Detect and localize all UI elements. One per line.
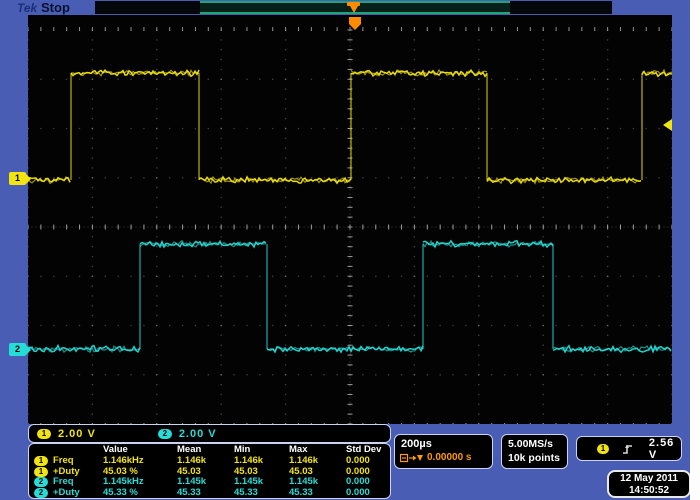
- horizontal-position: 0.00000 s: [400, 452, 492, 463]
- meas-max: 45.03: [289, 467, 346, 478]
- waveform-display: [28, 15, 672, 424]
- sample-rate: 5.00MS/s: [508, 438, 567, 450]
- meas-mean: 1.145k: [177, 477, 234, 488]
- date-value: 12 May 2011: [609, 473, 689, 485]
- col-stddev: Std Dev: [346, 445, 388, 456]
- meas-name: Freq: [53, 477, 103, 488]
- meas-stddev: 0.000: [346, 477, 388, 488]
- ch1-badge: 1: [37, 429, 51, 439]
- time-value: 14:50:52: [609, 485, 689, 497]
- meas-min: 45.33: [234, 488, 289, 499]
- ch1-scale-value: 2.00 V: [58, 428, 96, 440]
- meas-value: 45.03 %: [103, 467, 177, 478]
- meas-name: +Duty: [53, 488, 103, 499]
- trigger-source-badge: 1: [597, 444, 609, 454]
- table-row: 2 Freq 1.145kHz 1.145k 1.145k 1.145k 0.0…: [29, 477, 390, 488]
- rising-edge-icon: [621, 442, 635, 456]
- trigger-position-t-icon: [347, 1, 360, 14]
- ch2-scale-value: 2.00 V: [179, 428, 217, 440]
- meas-max: 45.33: [289, 488, 346, 499]
- ch2-badge: 2: [34, 488, 48, 498]
- ch2-ground-marker: 2: [9, 343, 26, 356]
- meas-mean: 45.33: [177, 488, 234, 499]
- meas-max: 1.146k: [289, 456, 346, 467]
- ch1-scale: 1 2.00 V: [37, 428, 96, 440]
- scope-panel: Tek Stop 1 2 1 2.00 V 2 2.00 V: [0, 0, 690, 500]
- meas-stddev: 0.000: [346, 488, 388, 499]
- timebase-value: 200µs: [401, 438, 492, 450]
- horizontal-readout: 200µs 0.00000 s: [394, 434, 493, 469]
- ch1-badge: 1: [34, 456, 48, 466]
- meas-max: 1.145k: [289, 477, 346, 488]
- screen-right-edge: [690, 0, 700, 500]
- ch2-badge: 2: [158, 429, 172, 439]
- ch2-badge: 2: [34, 477, 48, 487]
- col-max: Max: [289, 445, 346, 456]
- horizontal-position-value: 0.00000 s: [427, 452, 472, 463]
- col-mean: Mean: [177, 445, 234, 456]
- table-row: 1 Freq 1.146kHz 1.146k 1.146k 1.146k 0.0…: [29, 456, 390, 467]
- record-view-strip: [95, 1, 612, 14]
- trigger-readout: 1 2.56 V: [576, 436, 682, 461]
- meas-min: 1.146k: [234, 456, 289, 467]
- col-min: Min: [234, 445, 289, 456]
- meas-min: 45.03: [234, 467, 289, 478]
- datetime-readout: 12 May 2011 14:50:52: [607, 470, 691, 498]
- meas-stddev: 0.000: [346, 467, 388, 478]
- meas-name: +Duty: [53, 467, 103, 478]
- ch2-scale: 2 2.00 V: [158, 428, 217, 440]
- meas-name: Freq: [53, 456, 103, 467]
- ch1-badge: 1: [34, 467, 48, 477]
- tek-logo: Tek: [17, 1, 37, 15]
- oscilloscope-screen: Tek Stop 1 2 1 2.00 V 2 2.00 V: [0, 0, 700, 500]
- record-length: 10k points: [508, 452, 567, 464]
- measurement-header-row: Value Mean Min Max Std Dev: [29, 445, 390, 456]
- acquisition-readout: 5.00MS/s 10k points: [501, 434, 568, 469]
- waveform-svg: [28, 15, 672, 424]
- table-row: 2 +Duty 45.33 % 45.33 45.33 45.33 0.000: [29, 488, 390, 499]
- meas-value: 45.33 %: [103, 488, 177, 499]
- meas-value: 1.146kHz: [103, 456, 177, 467]
- horizontal-position-icon: [400, 453, 424, 463]
- meas-value: 1.145kHz: [103, 477, 177, 488]
- table-row: 1 +Duty 45.03 % 45.03 45.03 45.03 0.000: [29, 467, 390, 478]
- meas-mean: 1.146k: [177, 456, 234, 467]
- meas-min: 1.145k: [234, 477, 289, 488]
- meas-stddev: 0.000: [346, 456, 388, 467]
- ch1-ground-marker: 1: [9, 172, 26, 185]
- acquisition-status: Stop: [41, 0, 70, 15]
- measurement-table: Value Mean Min Max Std Dev 1 Freq 1.146k…: [28, 443, 391, 499]
- meas-mean: 45.03: [177, 467, 234, 478]
- trigger-level-value: 2.56 V: [649, 437, 681, 461]
- col-value: Value: [103, 445, 177, 456]
- channel-scale-readout: 1 2.00 V 2 2.00 V: [28, 424, 391, 443]
